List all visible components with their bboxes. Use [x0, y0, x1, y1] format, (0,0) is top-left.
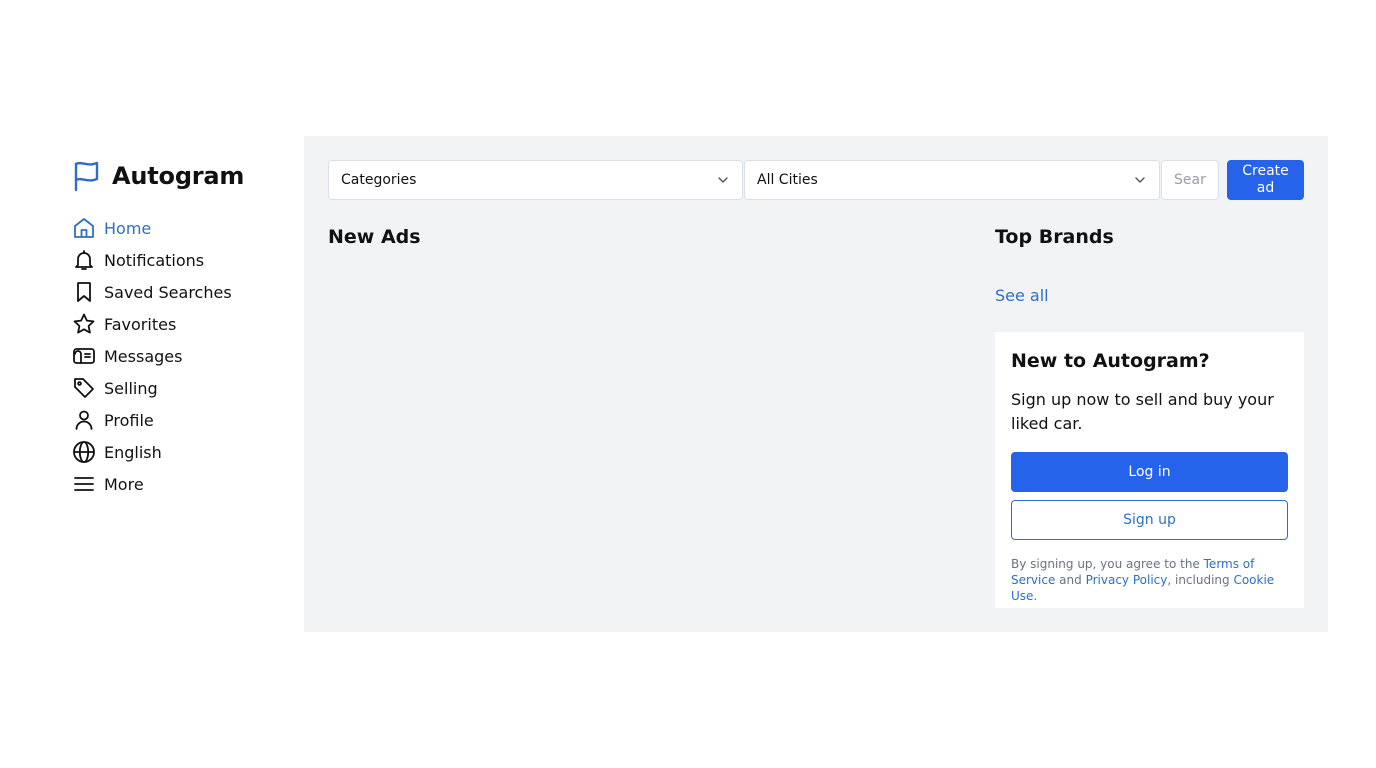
tag-icon — [72, 376, 96, 400]
sidebar-item-selling[interactable]: Selling — [72, 372, 292, 404]
new-ads-heading: New Ads — [328, 226, 421, 248]
create-ad-button[interactable]: Create ad — [1227, 160, 1304, 200]
legal-notice: By signing up, you agree to the Terms of… — [1011, 556, 1288, 604]
sidebar-item-label: Profile — [104, 410, 154, 430]
signup-card-title: New to Autogram? — [1011, 350, 1210, 372]
user-icon — [72, 408, 96, 432]
sidebar-item-english[interactable]: English — [72, 436, 292, 468]
cities-select[interactable]: All Cities — [744, 160, 1160, 200]
categories-select-value: Categories — [341, 172, 417, 188]
privacy-link[interactable]: Privacy Policy — [1086, 573, 1168, 587]
sidebar-item-label: English — [104, 442, 162, 462]
flag-icon — [72, 160, 100, 192]
bell-icon — [72, 248, 96, 272]
sidebar-item-label: Selling — [104, 378, 158, 398]
legal-end: . — [1033, 589, 1038, 603]
legal-including: , including — [1167, 573, 1234, 587]
sidebar-item-label: Notifications — [104, 250, 205, 270]
main-panel: Categories All Cities Create ad New Ads … — [304, 136, 1328, 632]
brand-name: Autogram — [112, 162, 245, 190]
sidebar-item-label: Home — [104, 218, 152, 238]
home-icon — [72, 216, 96, 240]
legal-and: and — [1055, 573, 1086, 587]
sidebar-item-label: Favorites — [104, 314, 177, 334]
sidebar-item-notifications[interactable]: Notifications — [72, 244, 292, 276]
cities-select-value: All Cities — [757, 172, 818, 188]
star-icon — [72, 312, 96, 336]
bookmark-icon — [72, 280, 96, 304]
see-all-link[interactable]: See all — [995, 286, 1049, 305]
chevron-down-icon — [1133, 173, 1147, 187]
messages-icon — [72, 344, 96, 368]
sidebar-item-label: More — [104, 474, 144, 494]
sidebar: Autogram Home Notifications Saved Search… — [72, 160, 292, 500]
filter-toolbar: Categories All Cities Create ad — [328, 160, 1304, 200]
signup-button[interactable]: Sign up — [1011, 500, 1288, 540]
top-brands-heading: Top Brands — [995, 226, 1114, 248]
signup-card-text: Sign up now to sell and buy your liked c… — [1011, 390, 1274, 433]
sidebar-item-favorites[interactable]: Favorites — [72, 308, 292, 340]
sidebar-item-messages[interactable]: Messages — [72, 340, 292, 372]
sidebar-item-profile[interactable]: Profile — [72, 404, 292, 436]
sidebar-item-home[interactable]: Home — [72, 212, 292, 244]
signup-card: New to Autogram? Sign up now to sell and… — [995, 332, 1304, 608]
sidebar-item-label: Saved Searches — [104, 282, 232, 302]
brand[interactable]: Autogram — [72, 160, 292, 192]
search-input[interactable] — [1161, 160, 1219, 200]
globe-icon — [72, 440, 96, 464]
sidebar-item-more[interactable]: More — [72, 468, 292, 500]
categories-select[interactable]: Categories — [328, 160, 743, 200]
legal-prefix: By signing up, you agree to the — [1011, 557, 1204, 571]
menu-icon — [72, 472, 96, 496]
sidebar-item-saved-searches[interactable]: Saved Searches — [72, 276, 292, 308]
login-button[interactable]: Log in — [1011, 452, 1288, 492]
chevron-down-icon — [716, 173, 730, 187]
sidebar-item-label: Messages — [104, 346, 183, 366]
